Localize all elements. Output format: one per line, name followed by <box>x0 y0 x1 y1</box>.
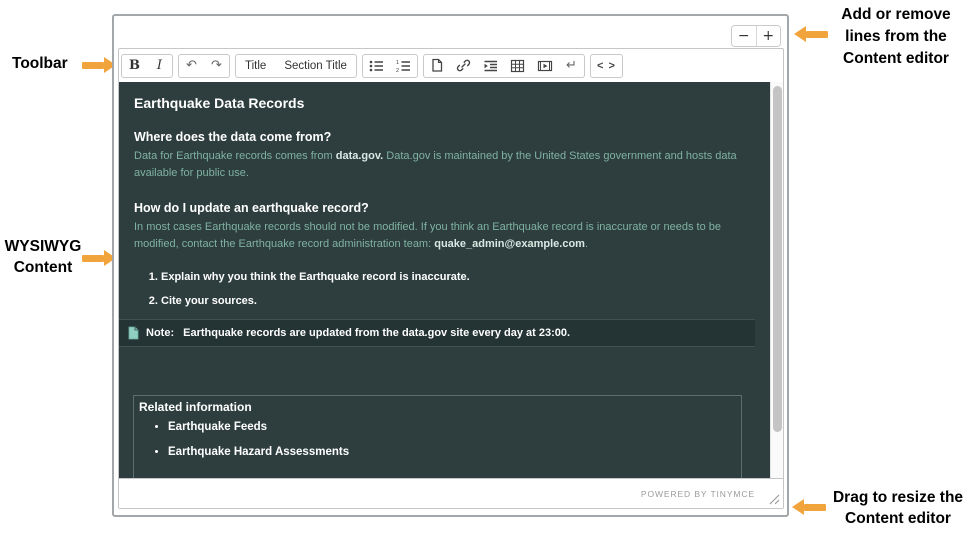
toolbar-annotation-arrow <box>82 57 116 73</box>
note-label: Note: <box>146 327 175 340</box>
insert-note-button[interactable] <box>424 55 450 77</box>
update-steps-list: Explain why you think the Earthquake rec… <box>134 271 755 307</box>
note-callout: Note: Earthquake records are updated fro… <box>119 319 755 348</box>
editor-statusbar: POWERED BY TINYMCE <box>119 478 783 508</box>
svg-text:2: 2 <box>396 68 399 73</box>
paragraph-update-record: In most cases Earthquake records should … <box>134 219 755 253</box>
toolbar-group-insert: ↵ <box>422 53 585 78</box>
bullet-list-icon <box>369 60 383 71</box>
insert-media-button[interactable] <box>531 55 559 77</box>
link-icon <box>456 59 471 72</box>
note-callout-icon <box>128 326 139 340</box>
related-information-title: Related information <box>139 400 252 415</box>
wysiwyg-annotation-label: WYSIWYG Content <box>4 238 82 276</box>
remove-lines-button[interactable]: − <box>732 26 757 46</box>
related-link[interactable]: Earthquake Hazard Assessments <box>168 446 733 458</box>
paragraph-text: Data for Earthquake records comes from <box>134 150 336 162</box>
toolbar-annotation-label: Toolbar <box>12 55 68 72</box>
toolbar-group-format: B I <box>121 53 173 78</box>
list-item: Cite your sources. <box>161 295 755 307</box>
note-icon <box>432 58 443 72</box>
redo-button[interactable]: ↷ <box>204 55 229 77</box>
wysiwyg-content-area[interactable]: Earthquake Data Records Where does the d… <box>119 82 783 478</box>
media-icon <box>537 60 553 71</box>
toolbar-group-history: ↶ ↷ <box>178 53 230 78</box>
section-heading-update-record: How do I update an earthquake record? <box>134 201 369 216</box>
line-break-button[interactable]: ↵ <box>559 55 584 77</box>
bullet-list-button[interactable] <box>363 55 390 77</box>
line-count-stepper: − + <box>731 25 781 47</box>
indent-button[interactable] <box>477 55 504 77</box>
section-title-style-button[interactable]: Section Title <box>275 55 356 77</box>
powered-by-label: POWERED BY TINYMCE <box>640 488 755 499</box>
table-icon <box>510 59 525 72</box>
section-heading-data-source: Where does the data come from? <box>134 130 332 144</box>
indent-icon <box>484 60 497 71</box>
numbered-list-button[interactable]: 1 2 <box>390 55 417 77</box>
numbered-list-icon: 1 2 <box>396 60 410 73</box>
svg-text:1: 1 <box>396 60 399 66</box>
tinymce-editor: B I ↶ ↷ Title Section Title 1 2 ↵ < > Ea… <box>118 48 784 509</box>
document-body: Earthquake Data Records Where does the d… <box>119 82 770 478</box>
admin-email: quake_admin@example.com <box>434 238 585 251</box>
related-links-list: Earthquake Feeds Earthquake Hazard Asses… <box>137 421 733 458</box>
add-remove-annotation-label: Add or remove lines from the Content edi… <box>841 6 951 67</box>
add-remove-annotation-arrow <box>794 26 828 42</box>
toolbar-group-lists: 1 2 <box>361 53 418 78</box>
scrollbar-thumb[interactable] <box>773 86 782 432</box>
undo-button[interactable]: ↶ <box>179 55 204 77</box>
insert-table-button[interactable] <box>504 55 531 77</box>
toolbar-group-code: < > <box>589 53 623 78</box>
content-editor-widget: − + B I ↶ ↷ Title Section Title 1 2 ↵ < … <box>112 14 789 517</box>
drag-resize-annotation-label: Drag to resize the Content editor <box>832 489 964 527</box>
source-code-button[interactable]: < > <box>591 55 622 77</box>
toolbar-group-styles: Title Section Title <box>235 53 357 78</box>
add-lines-button[interactable]: + <box>756 26 780 46</box>
note-text: Earthquake records are updated from the … <box>183 327 571 340</box>
bold-button[interactable]: B <box>122 55 147 77</box>
editor-toolbar: B I ↶ ↷ Title Section Title 1 2 ↵ < > <box>119 49 783 82</box>
related-link[interactable]: Earthquake Feeds <box>168 421 733 433</box>
insert-link-button[interactable] <box>450 55 477 77</box>
drag-resize-annotation-arrow <box>792 499 826 515</box>
italic-button[interactable]: I <box>147 55 172 77</box>
paragraph-data-source: Data for Earthquake records comes from d… <box>134 148 755 182</box>
list-item: Explain why you think the Earthquake rec… <box>161 271 755 283</box>
paragraph-text: In most cases Earthquake records should … <box>134 221 722 251</box>
content-scrollbar[interactable] <box>770 82 783 478</box>
datagov-highlight: data.gov. <box>335 150 384 162</box>
related-information-box: Related information Earthquake Feeds Ear… <box>133 395 742 478</box>
wysiwyg-annotation-arrow <box>82 250 116 266</box>
title-style-button[interactable]: Title <box>236 55 275 77</box>
paragraph-text: . <box>584 238 589 251</box>
resize-handle-icon[interactable] <box>769 494 780 505</box>
document-title: Earthquake Data Records <box>134 95 305 111</box>
